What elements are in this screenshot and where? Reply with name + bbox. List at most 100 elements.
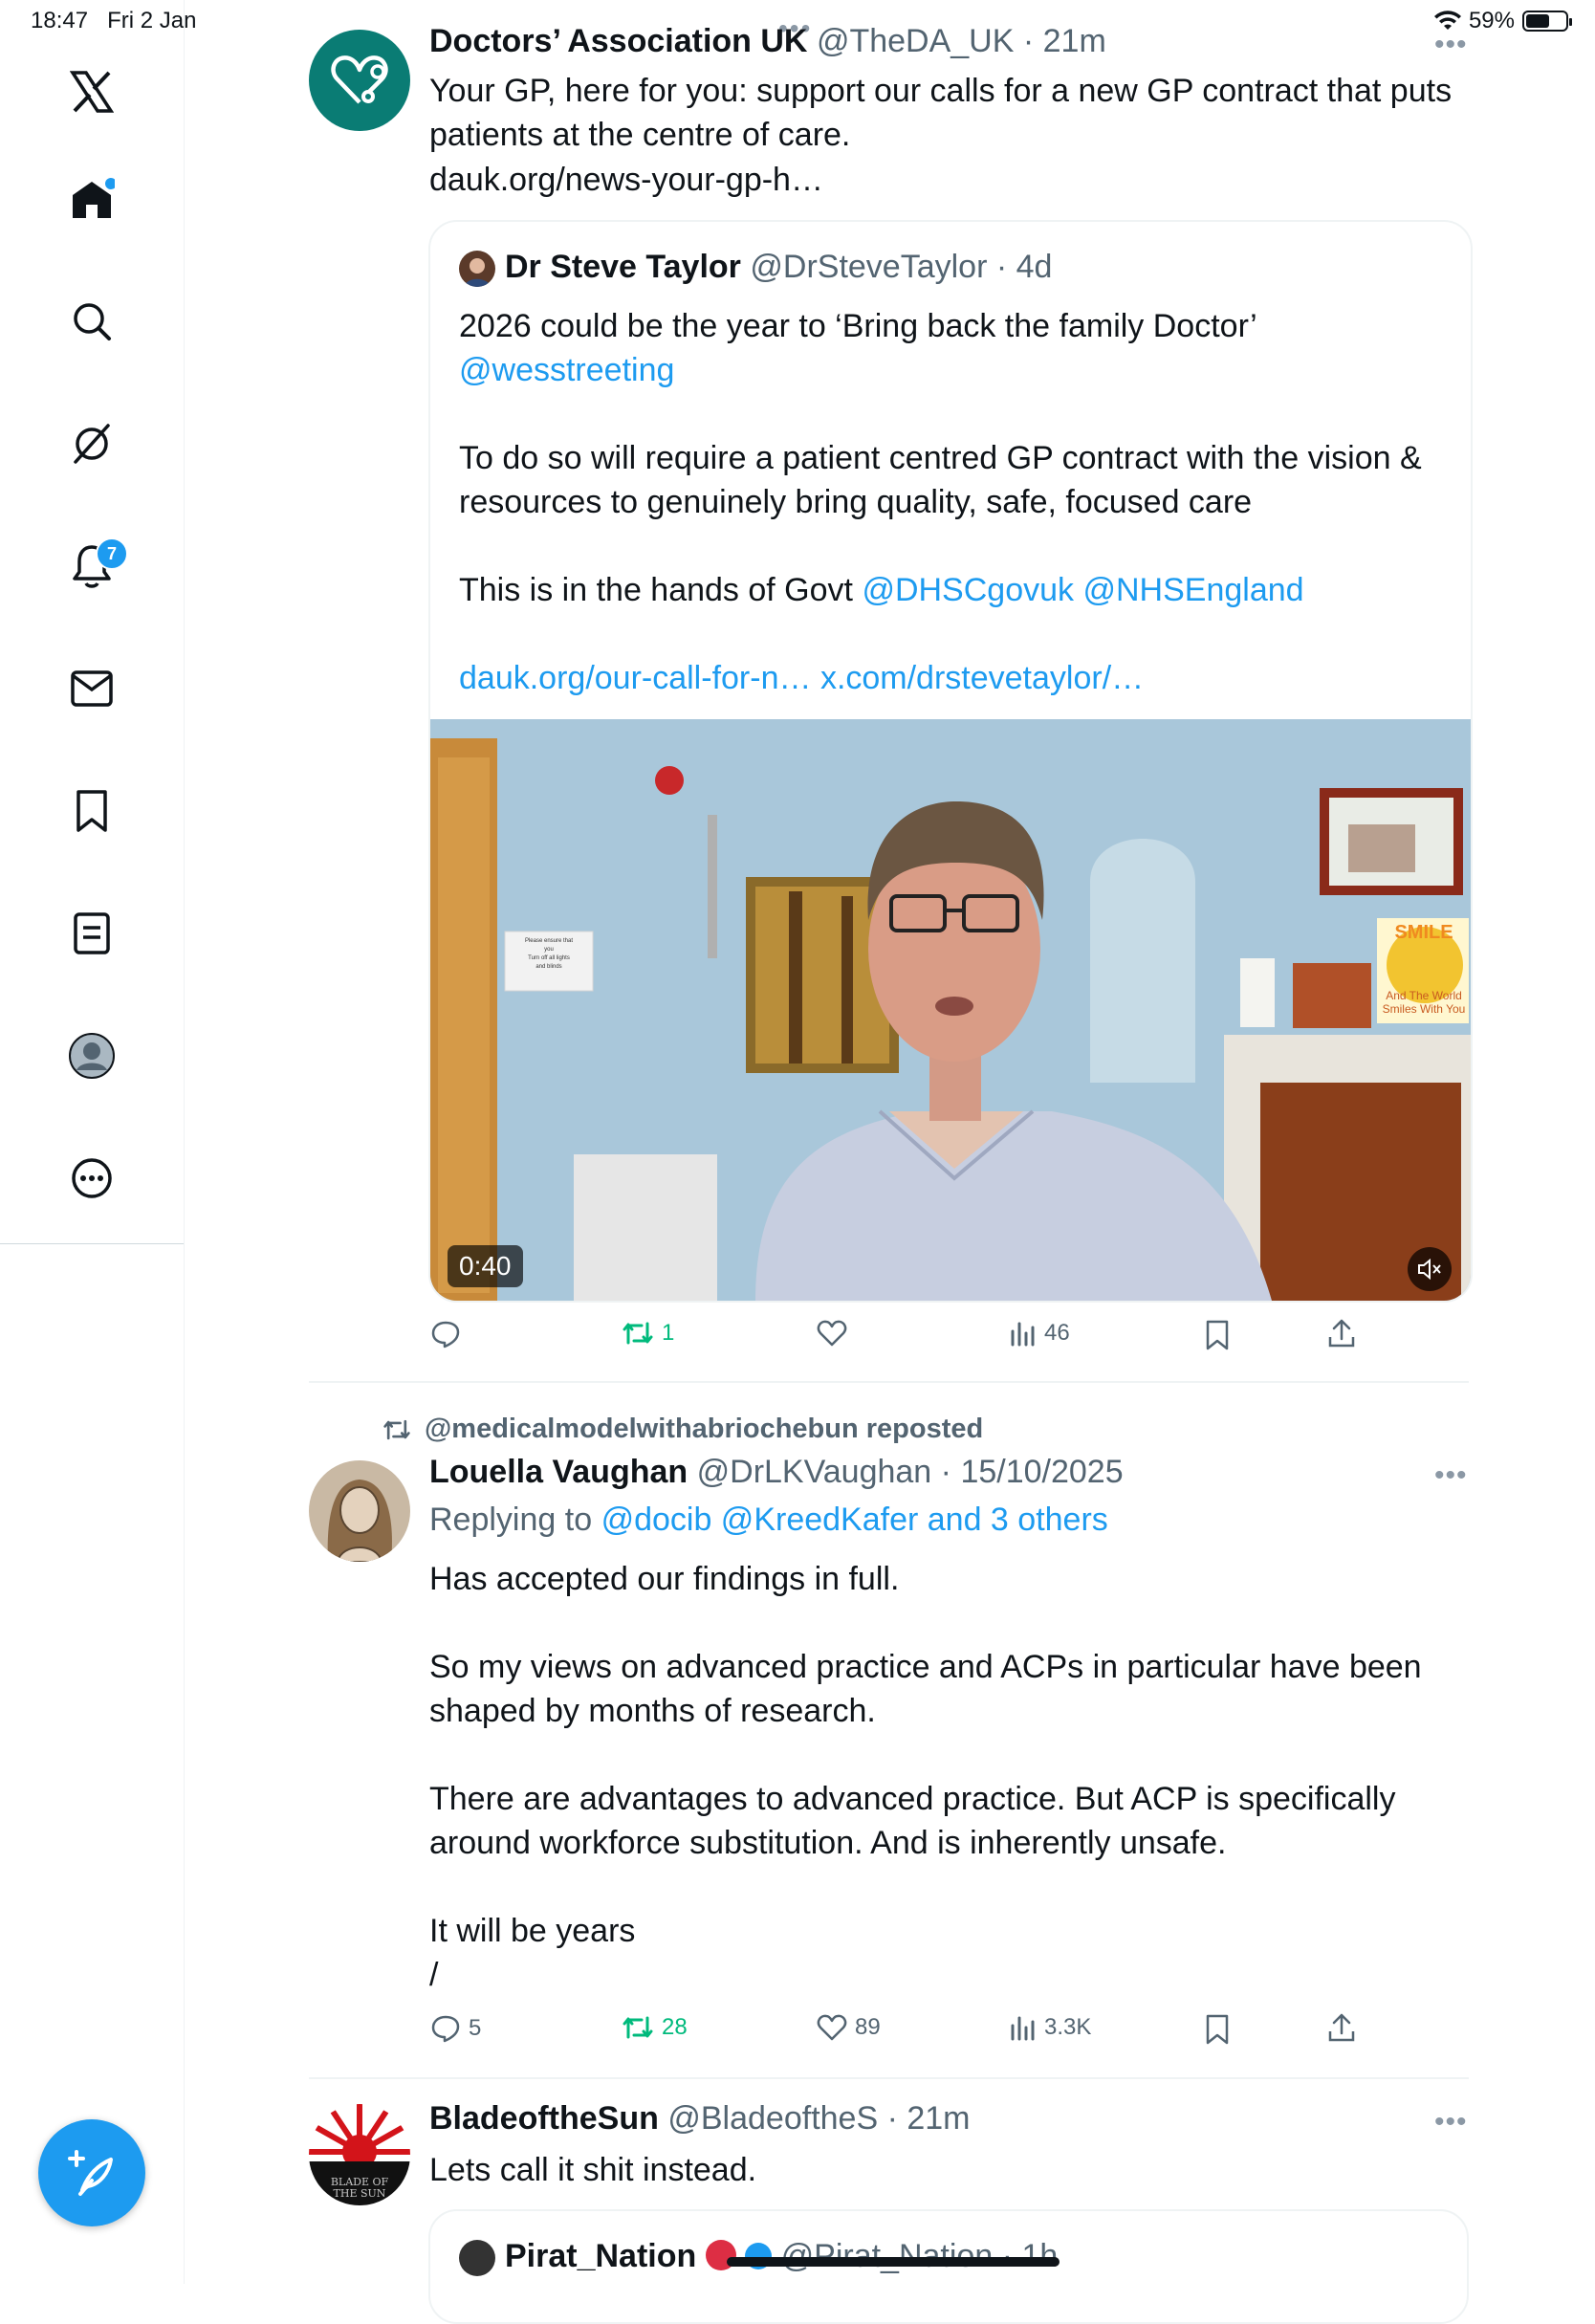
quoted-link-x[interactable]: x.com/drstevetaylor/…: [820, 660, 1144, 696]
tweet1-bookmark-button[interactable]: [1205, 1320, 1230, 1350]
quoted-link-dauk[interactable]: dauk.org/our-call-for-n…: [459, 660, 811, 696]
share-icon: [1328, 2013, 1355, 2042]
grok-icon[interactable]: [63, 415, 120, 472]
quoted-header: Dr Steve Taylor @DrSteveTaylor · 4d: [505, 249, 1053, 285]
tweet3-quoted-card[interactable]: Pirat_Nation @Pirat_Nation · 1h: [428, 2209, 1469, 2324]
home-indicator[interactable]: [727, 2257, 1060, 2267]
smile-sign-title: SMILE: [1394, 922, 1453, 943]
notification-badge: 7: [96, 537, 128, 570]
views-chart-icon: [1011, 1322, 1035, 1347]
tweet3-quoted-handle: @Pirat_Nation: [780, 2238, 994, 2274]
tweet2-share-button[interactable]: [1327, 2012, 1356, 2043]
tweet-divider: [309, 1381, 1469, 1383]
tweet3-handle[interactable]: @BladeoftheS: [667, 2100, 878, 2137]
speaker-muted-icon: [1418, 1259, 1441, 1280]
notifications-icon[interactable]: 7: [63, 537, 128, 595]
quoted-handle: @DrSteveTaylor: [750, 249, 988, 285]
x-logo-icon[interactable]: [63, 63, 120, 121]
quoted-author-avatar: [459, 251, 495, 287]
video-player[interactable]: Please ensure that you Turn off all ligh…: [430, 719, 1471, 1301]
tweet1-view-count: 46: [1044, 1320, 1070, 1346]
tweet1-more-icon[interactable]: •••: [1434, 29, 1468, 61]
tweet3-text: Lets call it shit instead.: [429, 2152, 757, 2188]
repost-small-icon: [383, 1419, 410, 1439]
mute-button[interactable]: [1408, 1247, 1452, 1291]
share-icon: [1328, 1319, 1355, 1348]
more-options-icon[interactable]: [63, 1150, 120, 1207]
home-icon[interactable]: [63, 170, 120, 228]
tweet1-reply-button[interactable]: [430, 1320, 469, 1348]
tweet1-repost-button[interactable]: 1: [622, 1320, 674, 1347]
repost-icon: [623, 1322, 653, 1345]
quoted-mention-wesstreeting[interactable]: @wesstreeting: [459, 348, 1444, 392]
quoted-mention-dhsc[interactable]: @DHSCgovuk: [862, 572, 1074, 608]
tweet2-view-count: 3.3K: [1044, 2014, 1092, 2040]
tweet1-time[interactable]: 21m: [1043, 23, 1106, 59]
reply-icon: [431, 2015, 460, 2043]
quoted-text: 2026 could be the year to ‘Bring back th…: [459, 304, 1444, 700]
smile-sign-caption: And The World Smiles With You: [1382, 989, 1466, 1016]
tweet1-like-button[interactable]: [817, 1320, 855, 1347]
repost-icon: [623, 2016, 653, 2039]
battery-percent: 59%: [1468, 8, 1515, 33]
search-icon[interactable]: [63, 293, 120, 350]
tweet2-repost-button[interactable]: 28: [622, 2014, 688, 2041]
replying-to-users[interactable]: @docib @KreedKafer and 3 others: [601, 1502, 1108, 1538]
tweet1-handle[interactable]: @TheDA_UK: [817, 23, 1014, 59]
tweet3-more-icon[interactable]: •••: [1434, 2106, 1468, 2138]
dauk-avatar[interactable]: [309, 30, 410, 131]
quoted-tweet-card[interactable]: Dr Steve Taylor @DrSteveTaylor · 4d 2026…: [428, 220, 1473, 1303]
tweet1-text: Your GP, here for you: support our calls…: [429, 73, 1453, 153]
views-chart-icon: [1011, 2016, 1035, 2041]
tweet1-header: Doctors’ Association UK @TheDA_UK · 21m: [429, 23, 1106, 59]
pirat-nation-avatar: [459, 2240, 495, 2276]
bladeofthesun-avatar[interactable]: BLADE OF THE SUN: [309, 2104, 410, 2205]
lists-icon[interactable]: [63, 905, 120, 962]
tweet3-author-name[interactable]: BladeoftheSun: [429, 2100, 659, 2137]
tweet1-share-button[interactable]: [1327, 1318, 1356, 1348]
quoted-time: 4d: [1016, 249, 1053, 285]
sidebar-divider: [0, 1243, 184, 1244]
tweet1-link[interactable]: dauk.org/news-your-gp-h…: [429, 158, 823, 202]
louella-avatar[interactable]: [309, 1460, 410, 1562]
quoted-author-name: Dr Steve Taylor: [505, 249, 741, 285]
tweet2-header: Louella Vaughan @DrLKVaughan · 15/10/202…: [429, 1454, 1124, 1490]
tweet-divider: [309, 2077, 1469, 2079]
tweet2-more-icon[interactable]: •••: [1434, 1459, 1468, 1492]
bookmark-icon: [1206, 1320, 1229, 1350]
tweet2-handle[interactable]: @DrLKVaughan: [697, 1454, 932, 1490]
tweet1-repost-count: 1: [662, 1320, 675, 1346]
stethoscope-heart-icon: [331, 55, 388, 104]
tweet2-like-count: 89: [855, 2014, 881, 2040]
tweet3-quoted-time: 1h: [1021, 2238, 1059, 2274]
bladeofthesun-avatar-text: BLADE OF THE SUN: [330, 2176, 389, 2200]
heart-icon: [817, 1320, 847, 1347]
compose-post-button[interactable]: [38, 2119, 145, 2226]
profile-avatar-icon[interactable]: [63, 1027, 120, 1085]
tweet2-repost-count: 28: [662, 2014, 688, 2040]
heart-icon: [817, 2014, 847, 2041]
tweet2-bookmark-button[interactable]: [1205, 2014, 1230, 2045]
video-duration: 0:40: [448, 1245, 523, 1287]
tweet2-text: Has accepted our findings in full. So my…: [429, 1561, 1422, 1993]
tweet2-reply-button[interactable]: 5: [430, 2014, 481, 2043]
tweet2-like-button[interactable]: 89: [817, 2014, 881, 2041]
messages-icon[interactable]: [63, 660, 120, 717]
repost-indicator[interactable]: @medicalmodelwithabriochebun reposted: [382, 1414, 983, 1445]
tweet2-views-button[interactable]: 3.3K: [1010, 2014, 1091, 2041]
wall-notice: Please ensure that you Turn off all ligh…: [524, 938, 574, 970]
bookmarks-icon[interactable]: [63, 782, 120, 840]
tweet2-reply-count: 5: [469, 2015, 482, 2041]
quoted-mention-nhsengland[interactable]: @NHSEngland: [1082, 572, 1303, 608]
tweet2-author-name[interactable]: Louella Vaughan: [429, 1454, 688, 1490]
tweet1-views-button[interactable]: 46: [1010, 1320, 1070, 1347]
tweet3-time[interactable]: 21m: [907, 2100, 970, 2137]
tweet1-author-name[interactable]: Doctors’ Association UK: [429, 23, 807, 59]
tweet3-quoted-name: Pirat_Nation: [505, 2238, 697, 2274]
battery-icon: [1522, 11, 1572, 32]
bookmark-icon: [1206, 2014, 1229, 2045]
tweet2-time[interactable]: 15/10/2025: [960, 1454, 1123, 1490]
quoted-para3: This is in the hands of Govt @DHSCgovuk …: [459, 572, 1304, 608]
quoted-links: dauk.org/our-call-for-n… x.com/drsteveta…: [459, 656, 1444, 700]
quoted-para2: To do so will require a patient centred …: [459, 440, 1422, 520]
